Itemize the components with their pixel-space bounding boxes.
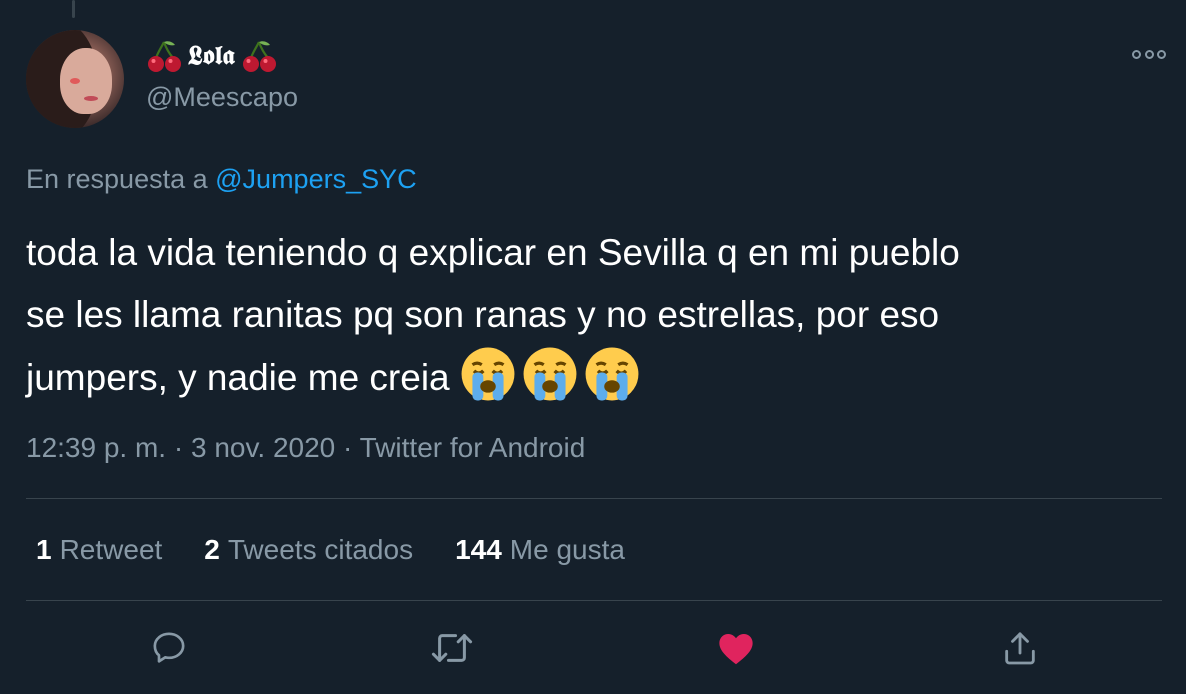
- tweet-text-line: se les llama ranitas pq son ranas y no e…: [26, 294, 940, 335]
- tweet-source[interactable]: Twitter for Android: [360, 432, 586, 463]
- tweet-text-line: toda la vida teniendo q explicar en Sevi…: [26, 232, 960, 273]
- retweets-label: Retweet: [59, 534, 163, 565]
- loudly-crying-face-icon: [461, 347, 515, 401]
- like-button[interactable]: [712, 624, 760, 672]
- reply-icon: [153, 632, 185, 663]
- author-display-name[interactable]: 𝕷𝖔𝖑𝖆: [188, 41, 235, 72]
- tweet-text-line-3: jumpers, y nadie me creia: [26, 357, 450, 398]
- likes-count: 144: [455, 534, 502, 565]
- tweet-date[interactable]: 3 nov. 2020: [191, 432, 335, 463]
- cherry-icon: [148, 41, 181, 72]
- tweet-text-line: jumpers, y nadie me creia: [26, 346, 1166, 409]
- more-options-icon[interactable]: [1132, 44, 1166, 64]
- divider: [26, 600, 1162, 601]
- share-icon: [1005, 632, 1035, 665]
- author-handle[interactable]: @Meescapo: [146, 82, 298, 113]
- share-button[interactable]: [996, 624, 1044, 672]
- loudly-crying-face-icon: [523, 347, 577, 401]
- tweet-time[interactable]: 12:39 p. m.: [26, 432, 166, 463]
- reply-button[interactable]: [145, 624, 193, 672]
- cherry-icon: [242, 41, 276, 72]
- quote-tweets-stat[interactable]: 2 Tweets citados: [204, 534, 413, 566]
- loudly-crying-face-icon: [585, 347, 639, 401]
- meta-separator: ·: [173, 432, 184, 463]
- reply-mention-link[interactable]: @Jumpers_SYC: [215, 164, 416, 194]
- tweet-text: toda la vida teniendo q explicar en Sevi…: [26, 222, 1166, 409]
- tweet-stats: 1 Retweet 2 Tweets citados 144 Me gusta: [36, 534, 625, 566]
- tweet-actions-bar: [0, 624, 1186, 680]
- reply-context: En respuesta a @Jumpers_SYC: [26, 164, 417, 195]
- avatar[interactable]: [26, 30, 124, 128]
- tweet-detail: 𝕷𝖔𝖑𝖆 @Meescapo En respuesta a @Jumpers_S…: [0, 0, 1186, 694]
- heart-icon: [719, 634, 753, 665]
- author-name-row[interactable]: 𝕷𝖔𝖑𝖆: [146, 38, 277, 74]
- quote-tweets-label: Tweets citados: [227, 534, 414, 565]
- tweet-metadata: 12:39 p. m. · 3 nov. 2020 · Twitter for …: [26, 432, 585, 464]
- likes-stat[interactable]: 144 Me gusta: [455, 534, 625, 566]
- tweet-header: 𝕷𝖔𝖑𝖆 @Meescapo: [26, 30, 1166, 130]
- meta-separator: ·: [343, 432, 353, 463]
- retweet-button[interactable]: [428, 624, 476, 672]
- divider: [26, 498, 1162, 499]
- retweet-icon: [431, 634, 473, 662]
- reply-prefix: En respuesta a: [26, 164, 208, 194]
- retweets-count: 1: [36, 534, 52, 565]
- thread-connector-line: [72, 0, 75, 18]
- likes-label: Me gusta: [509, 534, 625, 565]
- quote-tweets-count: 2: [204, 534, 220, 565]
- retweets-stat[interactable]: 1 Retweet: [36, 534, 162, 566]
